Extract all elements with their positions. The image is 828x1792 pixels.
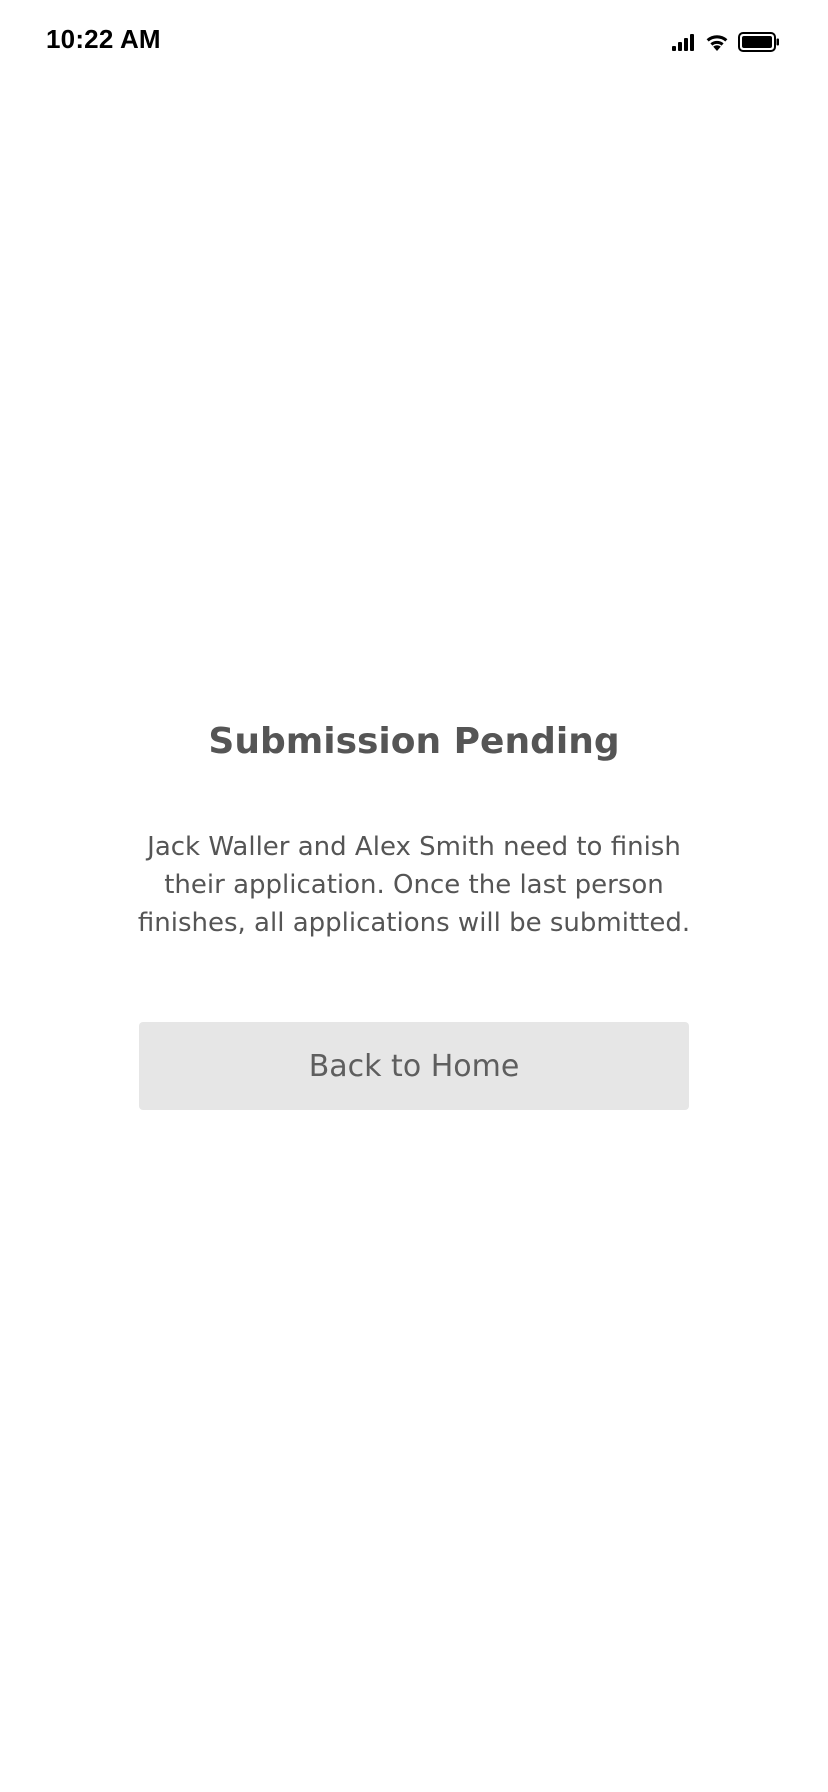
battery-icon: [738, 32, 780, 52]
wifi-icon: [704, 32, 730, 52]
page-title: Submission Pending: [208, 721, 620, 762]
status-time: 10:22 AM: [46, 24, 161, 54]
status-icons: [672, 28, 780, 56]
back-to-home-button[interactable]: Back to Home: [139, 1022, 689, 1110]
pending-message: Jack Waller and Alex Smith need to finis…: [137, 832, 691, 938]
status-bar: 10:22 AM: [0, 0, 828, 84]
signal-icon: [672, 33, 696, 51]
main-content: Submission Pending Jack Waller and Alex …: [0, 714, 828, 1110]
